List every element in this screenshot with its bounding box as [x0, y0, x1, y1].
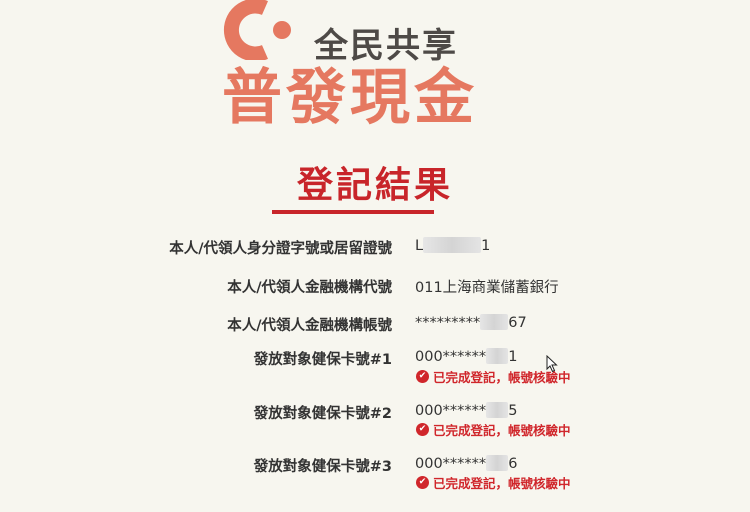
health-card-2-status: ✔ 已完成登記，帳號核驗中 — [416, 420, 571, 439]
check-circle-icon: ✔ — [416, 476, 429, 489]
status-text: 已完成登記，帳號核驗中 — [433, 476, 571, 491]
health-card-3-suffix: 6 — [508, 456, 518, 472]
result-title: 登記結果 — [296, 165, 453, 206]
tagline: 全民共享 — [314, 26, 458, 66]
health-card-3-status: ✔ 已完成登記，帳號核驗中 — [416, 473, 571, 492]
id-number-suffix: 1 — [481, 238, 491, 254]
bank-code-label: 本人/代領人金融機構代號 — [227, 280, 392, 296]
check-circle-icon: ✔ — [416, 423, 429, 436]
bank-account-suffix: 67 — [508, 315, 527, 331]
bank-account-value: ********* 67 — [415, 314, 527, 331]
masked-segment — [423, 237, 482, 253]
masked-segment — [486, 348, 509, 364]
health-card-3-label: 發放對象健保卡號#3 — [253, 459, 392, 475]
check-circle-icon: ✔ — [416, 370, 429, 383]
health-card-3-prefix: 000****** — [415, 456, 487, 472]
status-text: 已完成登記，帳號核驗中 — [433, 423, 571, 438]
health-card-2-label: 發放對象健保卡號#2 — [253, 406, 392, 422]
health-card-2-suffix: 5 — [508, 403, 518, 419]
health-card-2-value: 000****** 5 — [415, 402, 517, 419]
id-number-prefix: L — [415, 238, 424, 254]
health-card-3-value: 000****** 6 — [415, 455, 517, 472]
bank-account-prefix: ********* — [415, 315, 481, 331]
health-card-1-prefix: 000****** — [415, 349, 487, 365]
health-card-2-prefix: 000****** — [415, 403, 487, 419]
c-logo-icon — [223, 0, 291, 60]
health-card-1-suffix: 1 — [508, 349, 518, 365]
page-header: 全民共享 普發現金 — [0, 0, 750, 140]
bank-account-label: 本人/代領人金融機構帳號 — [227, 318, 392, 334]
masked-segment — [480, 314, 509, 330]
health-card-1-value: 000****** 1 — [415, 348, 517, 365]
masked-segment — [486, 402, 509, 418]
masked-segment — [486, 455, 509, 471]
bank-code-text: 011上海商業儲蓄銀行 — [415, 280, 559, 296]
headline: 普發現金 — [222, 63, 478, 133]
id-number-label: 本人/代領人身分證字號或居留證號 — [169, 241, 392, 257]
bank-code-value: 011上海商業儲蓄銀行 — [415, 276, 559, 297]
title-underline — [272, 210, 434, 214]
health-card-1-label: 發放對象健保卡號#1 — [253, 352, 392, 368]
mouse-pointer-icon — [546, 355, 558, 373]
id-number-value: L1 — [415, 237, 490, 254]
